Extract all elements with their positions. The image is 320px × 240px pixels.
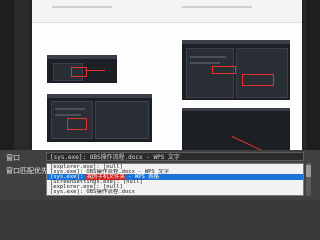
screenshot-thumbnail-2 — [47, 94, 152, 142]
annotation-box — [212, 66, 236, 74]
annotation-box — [242, 74, 274, 86]
thumb-row — [190, 62, 220, 64]
header-line — [52, 6, 112, 8]
left-panel — [0, 0, 14, 150]
thumb-pane — [95, 101, 149, 139]
header-line — [182, 6, 252, 8]
window-select[interactable]: [sys.exe]: OBS操作流程.docx - WPS 文字 — [46, 152, 304, 161]
list-item[interactable]: [sys.exe]: OBS操作流程.docx — [47, 189, 303, 195]
thumb-toolbar — [47, 55, 117, 59]
thumb-row — [55, 108, 85, 110]
thumb-row — [55, 114, 81, 116]
thumb-toolbar — [47, 94, 152, 98]
page-header — [32, 0, 302, 23]
annotation-box — [67, 118, 87, 130]
annotation-box — [71, 67, 87, 77]
screenshot-thumbnail-3 — [182, 40, 290, 100]
window-label: 窗口 — [6, 154, 20, 162]
window-selection-panel: 窗口 [sys.exe]: OBS操作流程.docx - WPS 文字 窗口匹配… — [0, 150, 320, 200]
screenshot-thumbnail-4 — [182, 108, 290, 150]
annotation-arrow — [231, 136, 267, 150]
screenshot-thumbnail-1 — [47, 55, 117, 83]
document-page — [32, 0, 302, 150]
annotation-line — [85, 70, 105, 71]
window-options-list[interactable]: [explorer.exe]: [null] [sys.exe]: OBS操作流… — [46, 163, 304, 196]
thumb-pane — [236, 48, 288, 98]
thumb-toolbar — [182, 108, 290, 111]
right-panel — [306, 0, 320, 150]
document-preview-area — [0, 0, 320, 150]
scrollbar-thumb[interactable] — [306, 165, 311, 177]
thumb-row — [190, 56, 226, 58]
thumb-toolbar — [182, 40, 290, 44]
list-scrollbar[interactable] — [306, 163, 311, 196]
